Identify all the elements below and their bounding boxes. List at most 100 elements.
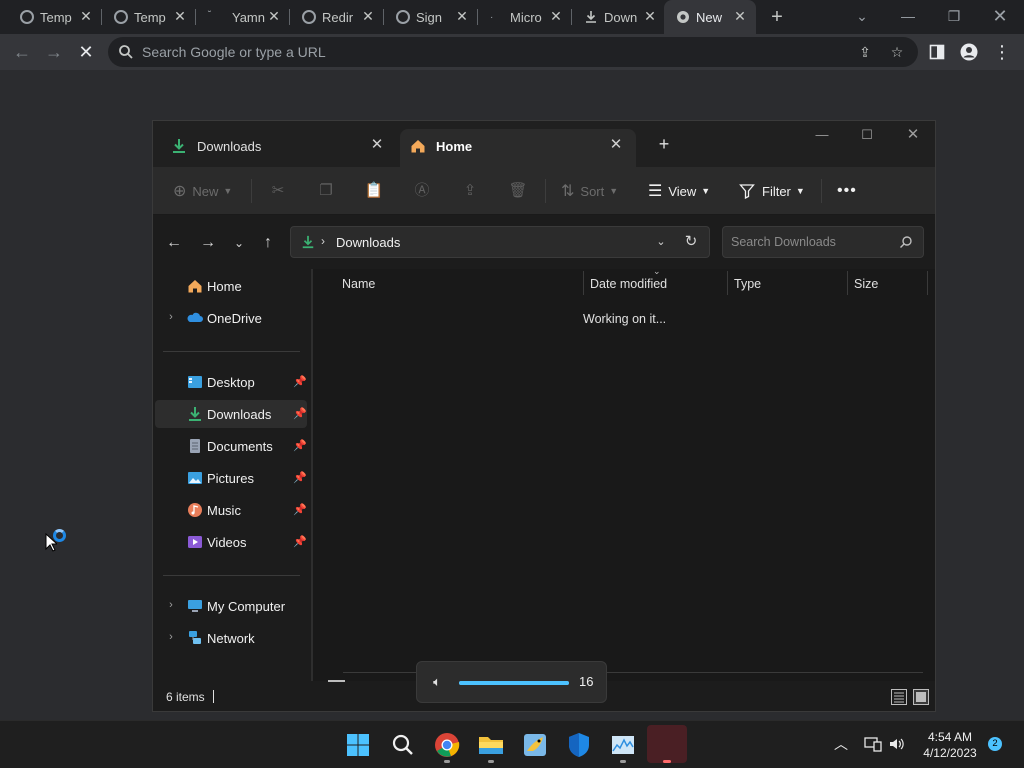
sidebar-item-pictures[interactable]: Pictures 📌 <box>155 464 307 492</box>
close-tab-icon[interactable]: ✕ <box>369 137 385 153</box>
close-tab-icon[interactable]: ✕ <box>642 8 658 24</box>
column-divider[interactable] <box>727 271 728 295</box>
maximize-icon[interactable]: ☐ <box>859 127 875 143</box>
browser-tab[interactable]: Temp ✕ <box>8 0 102 34</box>
paste-icon[interactable]: 📋 <box>364 181 384 201</box>
more-options-icon[interactable]: ••• <box>837 179 857 203</box>
omnibox[interactable]: Search Google or type a URL ⇪ ☆ <box>108 37 918 67</box>
sidebar-item-videos[interactable]: Videos 📌 <box>155 528 307 556</box>
sidebar-item-downloads[interactable]: Downloads 📌 <box>155 400 307 428</box>
column-header-size[interactable]: Size <box>854 277 878 299</box>
close-tab-icon[interactable]: ✕ <box>732 8 748 24</box>
tab-search-icon[interactable]: ⌄ <box>852 6 872 26</box>
sidebar-item-documents[interactable]: Documents 📌 <box>155 432 307 460</box>
expand-chevron-icon[interactable]: › <box>165 599 177 613</box>
column-divider[interactable] <box>847 271 848 295</box>
browser-tab[interactable]: Redir ✕ <box>290 0 384 34</box>
column-header-type[interactable]: Type <box>734 277 761 299</box>
browser-tab[interactable]: Temp ✕ <box>102 0 196 34</box>
taskbar-search-button[interactable] <box>387 729 419 761</box>
pin-icon[interactable]: 📌 <box>293 471 307 485</box>
browser-tab[interactable]: Down ✕ <box>572 0 666 34</box>
sidebar-item-home[interactable]: Home <box>155 272 307 300</box>
start-button[interactable] <box>342 729 374 761</box>
large-icons-view-icon[interactable] <box>913 689 929 705</box>
view-button[interactable]: ☰ View ▼ <box>648 179 710 203</box>
refresh-icon[interactable]: ↻ <box>683 233 699 251</box>
pin-icon[interactable]: 📌 <box>293 503 307 517</box>
column-divider[interactable] <box>927 271 928 295</box>
speaker-icon[interactable]: 🔈︎ <box>429 674 445 690</box>
pin-icon[interactable]: 📌 <box>293 375 307 389</box>
taskbar-app-file-explorer[interactable] <box>475 729 507 763</box>
side-panel-icon[interactable] <box>926 41 948 63</box>
browser-tab-active[interactable]: New ✕ <box>664 0 756 34</box>
browser-tab[interactable]: · Micro ✕ <box>478 0 572 34</box>
new-explorer-tab-button[interactable]: + <box>655 135 673 153</box>
show-hidden-icons-icon[interactable]: ︿ <box>832 735 850 753</box>
browser-tab[interactable]: ˘ Yamn ✕ <box>196 0 290 34</box>
taskbar-app-wireshark[interactable] <box>519 729 551 761</box>
close-tab-icon[interactable]: ✕ <box>360 8 376 24</box>
restore-icon[interactable]: ❐ <box>944 6 964 26</box>
breadcrumb[interactable]: Downloads <box>336 235 400 250</box>
details-view-icon[interactable] <box>891 689 907 705</box>
column-header-name[interactable]: Name <box>342 277 375 299</box>
close-window-icon[interactable]: ✕ <box>905 127 921 143</box>
cut-icon[interactable]: ✂ <box>268 181 288 201</box>
browser-tab[interactable]: Sign ✕ <box>384 0 478 34</box>
address-history-icon[interactable]: ⌄ <box>653 233 669 251</box>
close-tab-icon[interactable]: ✕ <box>78 8 94 24</box>
expand-chevron-icon[interactable]: › <box>165 631 177 645</box>
close-tab-icon[interactable]: ✕ <box>454 8 470 24</box>
pin-icon[interactable]: 📌 <box>293 407 307 421</box>
share-icon[interactable]: ⇪ <box>856 43 874 61</box>
explorer-tab-home[interactable]: Home ✕ <box>400 129 636 167</box>
search-input[interactable] <box>731 233 891 251</box>
back-icon[interactable]: ← <box>164 233 184 253</box>
up-icon[interactable]: ↑ <box>258 233 278 253</box>
network-status-icon[interactable] <box>864 735 882 753</box>
close-tab-icon[interactable]: ✕ <box>266 8 282 24</box>
expand-chevron-icon[interactable]: › <box>165 311 177 325</box>
taskbar-app-active[interactable] <box>647 725 687 763</box>
sidebar-item-music[interactable]: Music 📌 <box>155 496 307 524</box>
minimize-icon[interactable]: — <box>898 6 918 26</box>
taskbar-app-task-manager[interactable] <box>607 729 639 763</box>
stop-loading-icon[interactable]: ✕ <box>75 41 97 63</box>
system-clock[interactable]: 4:54 AM 4/12/2023 <box>916 729 984 761</box>
sidebar-item-my-computer[interactable]: › My Computer <box>155 592 307 620</box>
new-button[interactable]: ⊕ New ▼ <box>173 179 232 203</box>
volume-icon[interactable] <box>888 735 906 753</box>
forward-icon[interactable]: → <box>198 233 218 253</box>
explorer-tab-downloads[interactable]: Downloads ✕ <box>155 129 397 167</box>
profile-icon[interactable] <box>958 41 980 63</box>
share-icon[interactable]: ⇪ <box>460 181 480 201</box>
sidebar-item-network[interactable]: › Network <box>155 624 307 652</box>
taskbar-app-defender[interactable] <box>563 729 595 761</box>
filter-button[interactable]: Filter ▼ <box>739 179 805 203</box>
recent-locations-icon[interactable]: ⌄ <box>229 233 249 253</box>
close-tab-icon[interactable]: ✕ <box>548 8 564 24</box>
minimize-icon[interactable]: — <box>814 127 830 143</box>
forward-icon[interactable]: → <box>43 41 65 63</box>
address-bar[interactable]: › Downloads ⌄ ↻ <box>290 226 710 258</box>
sort-button[interactable]: ⇅ Sort ▼ <box>561 179 618 203</box>
back-icon[interactable]: ← <box>11 41 33 63</box>
search-box[interactable] <box>722 226 924 258</box>
notification-badge[interactable]: 2 <box>988 737 1002 751</box>
taskbar-app-chrome[interactable] <box>431 729 463 763</box>
rename-icon[interactable]: Ⓐ <box>412 181 432 201</box>
menu-dots-icon[interactable]: ⋮ <box>991 41 1013 63</box>
close-tab-icon[interactable]: ✕ <box>608 137 624 153</box>
close-tab-icon[interactable]: ✕ <box>172 8 188 24</box>
new-tab-button[interactable]: + <box>766 6 788 28</box>
pin-icon[interactable]: 📌 <box>293 535 307 549</box>
column-divider[interactable] <box>583 271 584 295</box>
volume-slider[interactable] <box>459 681 569 685</box>
delete-icon[interactable]: 🗑 <box>508 181 528 201</box>
pin-icon[interactable]: 📌 <box>293 439 307 453</box>
copy-icon[interactable]: ❐ <box>316 181 336 201</box>
close-window-icon[interactable]: ✕ <box>990 6 1010 26</box>
sidebar-item-desktop[interactable]: Desktop 📌 <box>155 368 307 396</box>
